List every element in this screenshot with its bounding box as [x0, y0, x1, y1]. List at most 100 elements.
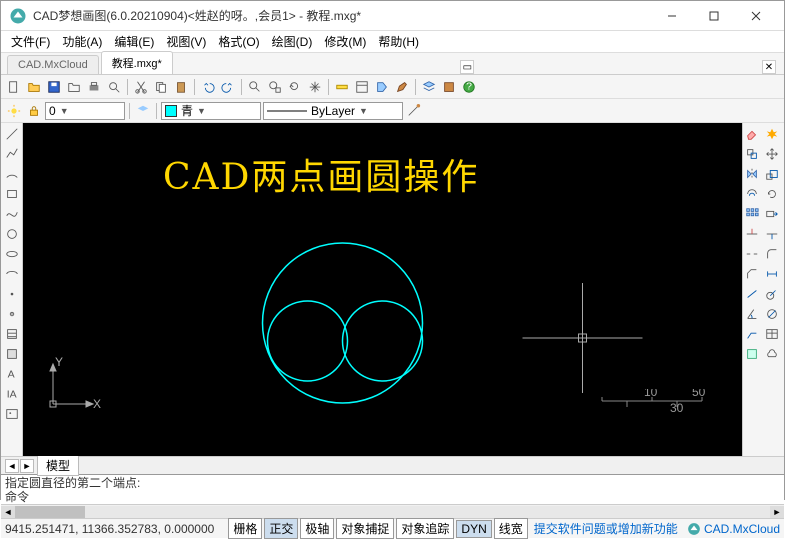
folder-icon[interactable] — [65, 78, 83, 96]
cloud-icon[interactable] — [763, 345, 781, 363]
scroll-thumb[interactable] — [15, 506, 85, 518]
save-icon[interactable] — [45, 78, 63, 96]
cut-icon[interactable] — [132, 78, 150, 96]
ellipse-tool-icon[interactable] — [3, 245, 21, 263]
dim-linear-icon[interactable] — [763, 265, 781, 283]
move-icon[interactable] — [763, 145, 781, 163]
layer-lock-icon[interactable] — [25, 102, 43, 120]
offset-icon[interactable] — [743, 185, 761, 203]
region-icon[interactable] — [743, 345, 761, 363]
rect-tool-icon[interactable] — [3, 185, 21, 203]
tabs-minimize-icon[interactable]: ▭ — [460, 60, 474, 74]
line-tool-icon[interactable] — [3, 125, 21, 143]
block-tool-icon[interactable] — [3, 345, 21, 363]
linetype-select[interactable]: ByLayer ▼ — [263, 102, 403, 120]
layer-tool-icon[interactable] — [134, 102, 152, 120]
zoom-window-icon[interactable] — [266, 78, 284, 96]
status-grid-button[interactable]: 栅格 — [228, 518, 262, 539]
tabs-close-icon[interactable]: ✕ — [762, 60, 776, 74]
zoom-prev-icon[interactable] — [286, 78, 304, 96]
layout-model-tab[interactable]: 模型 — [37, 455, 79, 476]
color-select[interactable]: 青 ▼ — [161, 102, 261, 120]
scroll-right-icon[interactable]: ► — [770, 506, 784, 518]
copy-icon[interactable] — [152, 78, 170, 96]
status-polar-button[interactable]: 极轴 — [300, 518, 334, 539]
measure-icon[interactable] — [333, 78, 351, 96]
book-icon[interactable] — [440, 78, 458, 96]
status-ortho-button[interactable]: 正交 — [264, 518, 298, 539]
zoom-icon[interactable] — [246, 78, 264, 96]
new-icon[interactable] — [5, 78, 23, 96]
rotate-icon[interactable] — [763, 185, 781, 203]
status-osnap-button[interactable]: 对象捕捉 — [336, 518, 394, 539]
status-dyn-button[interactable]: DYN — [456, 520, 491, 538]
menu-edit[interactable]: 编辑(E) — [108, 31, 160, 52]
layer-sun-icon[interactable] — [5, 102, 23, 120]
drawing-canvas[interactable]: CAD两点画圆操作 Y X — [23, 123, 742, 456]
dim-aligned-icon[interactable] — [743, 285, 761, 303]
spline-tool-icon[interactable] — [3, 205, 21, 223]
scale-icon[interactable] — [763, 165, 781, 183]
properties-icon[interactable] — [353, 78, 371, 96]
erase-icon[interactable] — [743, 125, 761, 143]
chamfer-icon[interactable] — [743, 265, 761, 283]
point-tool-icon[interactable] — [3, 285, 21, 303]
hatch-tool-icon[interactable] — [3, 325, 21, 343]
status-brand[interactable]: CAD.MxCloud — [687, 522, 780, 536]
scroll-track[interactable] — [15, 506, 770, 518]
explode-icon[interactable] — [763, 125, 781, 143]
ellipse-arc-tool-icon[interactable] — [3, 265, 21, 283]
text-tool-icon[interactable]: A — [3, 365, 21, 383]
undo-icon[interactable] — [199, 78, 217, 96]
extend-icon[interactable] — [763, 225, 781, 243]
array-icon[interactable] — [743, 205, 761, 223]
tab-nav-first-icon[interactable]: ◄ — [5, 459, 19, 473]
fillet-icon[interactable] — [763, 245, 781, 263]
maximize-button[interactable] — [694, 2, 734, 30]
brush-icon[interactable] — [393, 78, 411, 96]
menu-draw[interactable]: 绘图(D) — [266, 31, 319, 52]
pan-icon[interactable] — [306, 78, 324, 96]
close-button[interactable] — [736, 2, 776, 30]
arc-tool-icon[interactable] — [3, 165, 21, 183]
tab-nav-next-icon[interactable]: ► — [20, 459, 34, 473]
trim-icon[interactable] — [743, 225, 761, 243]
print-icon[interactable] — [85, 78, 103, 96]
mtext-tool-icon[interactable]: IA — [3, 385, 21, 403]
paste-icon[interactable] — [172, 78, 190, 96]
tab-active[interactable]: 教程.mxg* — [101, 51, 173, 74]
copy-obj-icon[interactable] — [743, 145, 761, 163]
layer-manager-icon[interactable] — [420, 78, 438, 96]
status-otrack-button[interactable]: 对象追踪 — [396, 518, 454, 539]
dot-tool-icon[interactable] — [3, 305, 21, 323]
linetype-tool-icon[interactable] — [405, 102, 423, 120]
leader-icon[interactable] — [743, 325, 761, 343]
redo-icon[interactable] — [219, 78, 237, 96]
scroll-left-icon[interactable]: ◄ — [1, 506, 15, 518]
menu-help[interactable]: 帮助(H) — [372, 31, 425, 52]
mirror-icon[interactable] — [743, 165, 761, 183]
dim-dia-icon[interactable] — [763, 305, 781, 323]
break-icon[interactable] — [743, 245, 761, 263]
dim-angular-icon[interactable] — [743, 305, 761, 323]
layer-select[interactable]: 0 ▼ — [45, 102, 125, 120]
menu-modify[interactable]: 修改(M) — [318, 31, 372, 52]
menu-format[interactable]: 格式(O) — [212, 31, 265, 52]
open-icon[interactable] — [25, 78, 43, 96]
match-icon[interactable] — [373, 78, 391, 96]
help-icon[interactable]: ? — [460, 78, 478, 96]
horizontal-scrollbar[interactable]: ◄ ► — [1, 504, 784, 518]
tab-cloud[interactable]: CAD.MxCloud — [7, 55, 99, 74]
minimize-button[interactable] — [652, 2, 692, 30]
dim-radius-icon[interactable] — [763, 285, 781, 303]
circle-tool-icon[interactable] — [3, 225, 21, 243]
menu-function[interactable]: 功能(A) — [56, 31, 108, 52]
table-icon[interactable] — [763, 325, 781, 343]
polyline-tool-icon[interactable] — [3, 145, 21, 163]
status-lwt-button[interactable]: 线宽 — [494, 518, 528, 539]
menu-file[interactable]: 文件(F) — [5, 31, 56, 52]
stretch-icon[interactable] — [763, 205, 781, 223]
image-tool-icon[interactable] — [3, 405, 21, 423]
preview-icon[interactable] — [105, 78, 123, 96]
status-feedback-link[interactable]: 提交软件问题或增加新功能 — [534, 520, 678, 537]
